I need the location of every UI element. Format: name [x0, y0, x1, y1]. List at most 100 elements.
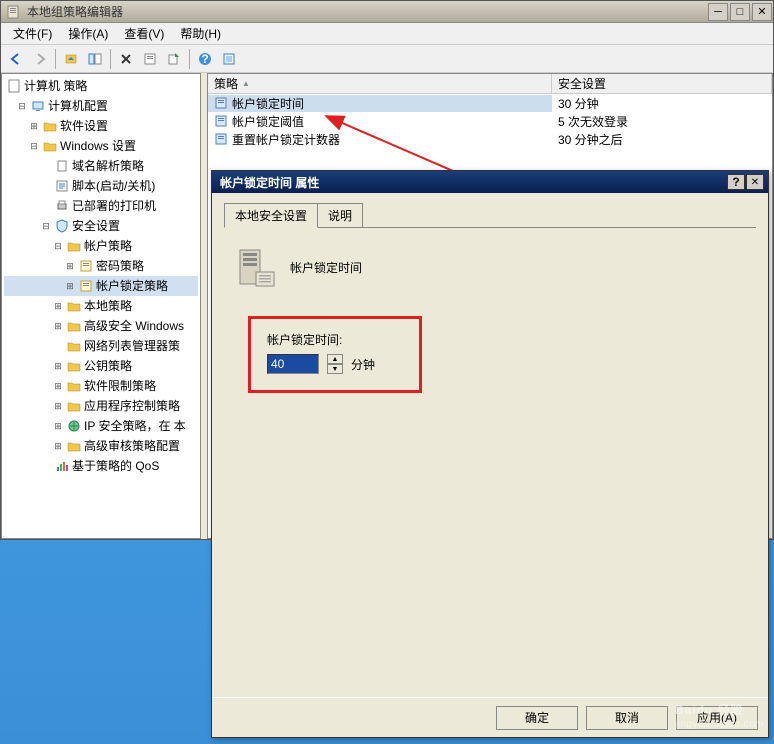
- folder-icon: [66, 359, 82, 373]
- tree-item[interactable]: ⊞应用程序控制策略: [4, 396, 198, 416]
- tree-item[interactable]: 已部署的打印机: [4, 196, 198, 216]
- tree-item[interactable]: ⊟ Windows 设置: [4, 136, 198, 156]
- list-row[interactable]: 重置帐户锁定计数器 30 分钟之后: [208, 130, 772, 148]
- menu-help[interactable]: 帮助(H): [172, 23, 229, 44]
- svg-text:?: ?: [201, 52, 208, 66]
- tree-label: 软件限制策略: [84, 377, 156, 395]
- properties-button[interactable]: [139, 48, 161, 70]
- ok-button[interactable]: 确定: [496, 706, 578, 730]
- cancel-button[interactable]: 取消: [586, 706, 668, 730]
- expand-icon[interactable]: ⊞: [28, 120, 40, 132]
- tree-item[interactable]: 域名解析策略: [4, 156, 198, 176]
- tree-item[interactable]: ⊞高级审核策略配置: [4, 436, 198, 456]
- up-button[interactable]: [60, 48, 82, 70]
- folder-icon: [66, 299, 82, 313]
- tree-item[interactable]: ⊞ IP 安全策略，在 本: [4, 416, 198, 436]
- printer-icon: [54, 199, 70, 213]
- highlight-box: 帐户锁定时间: ▲ ▼ 分钟: [248, 316, 422, 393]
- show-hide-button[interactable]: [84, 48, 106, 70]
- policy-value: 30 分钟: [558, 95, 599, 112]
- help-button[interactable]: ?: [194, 48, 216, 70]
- policy-value: 30 分钟之后: [558, 131, 623, 148]
- menu-action[interactable]: 操作(A): [60, 23, 116, 44]
- policy-icon: [78, 279, 94, 293]
- maximize-button[interactable]: □: [730, 3, 750, 21]
- expand-icon[interactable]: ⊞: [64, 280, 76, 292]
- col-setting[interactable]: 安全设置: [552, 74, 772, 93]
- expand-icon[interactable]: ⊞: [52, 440, 64, 452]
- tree-item[interactable]: ⊟ 计算机配置: [4, 96, 198, 116]
- tree-item[interactable]: ⊟安全设置: [4, 216, 198, 236]
- refresh-button[interactable]: [218, 48, 240, 70]
- tree-item[interactable]: ⊞密码策略: [4, 256, 198, 276]
- tree-item[interactable]: 网络列表管理器策: [4, 336, 198, 356]
- qos-icon: [54, 459, 70, 473]
- expand-icon[interactable]: ⊞: [52, 380, 64, 392]
- tree-item[interactable]: ⊞高级安全 Windows: [4, 316, 198, 336]
- folder-icon: [66, 319, 82, 333]
- menu-file[interactable]: 文件(F): [5, 23, 60, 44]
- expand-icon[interactable]: ⊟: [52, 240, 64, 252]
- tab-explain[interactable]: 说明: [317, 203, 363, 227]
- spinner-up-button[interactable]: ▲: [327, 354, 343, 364]
- list-row[interactable]: 帐户锁定阈值5 次无效登录: [208, 112, 772, 130]
- expand-icon[interactable]: [40, 160, 52, 172]
- expand-icon[interactable]: [52, 340, 64, 352]
- expand-icon[interactable]: [40, 180, 52, 192]
- tree-item[interactable]: ⊞本地策略: [4, 296, 198, 316]
- col-policy[interactable]: 策略: [208, 74, 552, 93]
- dialog-titlebar[interactable]: 帐户锁定时间 属性 ? ✕: [212, 171, 768, 193]
- folder-icon: [42, 119, 58, 133]
- tree-item[interactable]: 基于策略的 QoS: [4, 456, 198, 476]
- tree-label: Windows 设置: [60, 137, 136, 155]
- lockout-duration-input[interactable]: [267, 354, 319, 374]
- dialog-close-button[interactable]: ✕: [746, 174, 764, 190]
- folder-icon: [66, 239, 82, 253]
- tree-item[interactable]: ⊞软件设置: [4, 116, 198, 136]
- expand-icon[interactable]: ⊞: [52, 420, 64, 432]
- titlebar[interactable]: 本地组策略编辑器 ─ □ ✕: [1, 1, 773, 23]
- tree-label: 计算机配置: [48, 97, 108, 115]
- tree-label: 已部署的打印机: [72, 197, 156, 215]
- expand-icon[interactable]: ⊟: [16, 100, 28, 112]
- tree-item[interactable]: ⊟ 帐户策略: [4, 236, 198, 256]
- script-icon: [54, 179, 70, 193]
- expand-icon[interactable]: [40, 200, 52, 212]
- watermark: Baidu 经验 jingyan.baidu.com: [675, 698, 764, 730]
- delete-button[interactable]: [115, 48, 137, 70]
- tab-local-security[interactable]: 本地安全设置: [224, 203, 318, 228]
- policy-name: 重置帐户锁定计数器: [232, 131, 340, 148]
- ipsec-icon: [66, 419, 82, 433]
- tree-panel[interactable]: 计算机 策略 ⊟ 计算机配置⊞软件设置 ⊟ Windows 设置域名解析策略脚本(启动…: [1, 73, 201, 539]
- tree-label: 计算机 策略: [24, 77, 87, 95]
- tree-label: 基于策略的 QoS: [72, 457, 159, 475]
- minimize-button[interactable]: ─: [708, 3, 728, 21]
- back-button[interactable]: [5, 48, 27, 70]
- tree-label: 帐户策略: [84, 237, 132, 255]
- expand-icon[interactable]: ⊞: [52, 400, 64, 412]
- dialog-help-button[interactable]: ?: [727, 174, 745, 190]
- unit-label: 分钟: [351, 356, 375, 373]
- expand-icon[interactable]: ⊞: [52, 360, 64, 372]
- folder-icon: [66, 439, 82, 453]
- tree-root[interactable]: 计算机 策略: [4, 76, 198, 96]
- tree-item[interactable]: 脚本(启动/关机): [4, 176, 198, 196]
- expand-icon[interactable]: [40, 460, 52, 472]
- menu-view[interactable]: 查看(V): [116, 23, 172, 44]
- expand-icon[interactable]: ⊞: [64, 260, 76, 272]
- list-row[interactable]: 帐户锁定时间30 分钟: [208, 94, 772, 112]
- export-button[interactable]: [163, 48, 185, 70]
- tree-label: IP 安全策略，在 本: [84, 417, 186, 435]
- forward-button[interactable]: [29, 48, 51, 70]
- expand-icon[interactable]: ⊞: [52, 300, 64, 312]
- toolbar: ?: [1, 45, 773, 73]
- tree-item[interactable]: ⊞公钥策略: [4, 356, 198, 376]
- tree-label: 域名解析策略: [72, 157, 144, 175]
- expand-icon[interactable]: ⊞: [52, 320, 64, 332]
- expand-icon[interactable]: ⊟: [40, 220, 52, 232]
- spinner-down-button[interactable]: ▼: [327, 364, 343, 374]
- expand-icon[interactable]: ⊟: [28, 140, 40, 152]
- close-button[interactable]: ✕: [752, 3, 772, 21]
- tree-item[interactable]: ⊞ 软件限制策略: [4, 376, 198, 396]
- tree-item[interactable]: ⊞帐户锁定策略: [4, 276, 198, 296]
